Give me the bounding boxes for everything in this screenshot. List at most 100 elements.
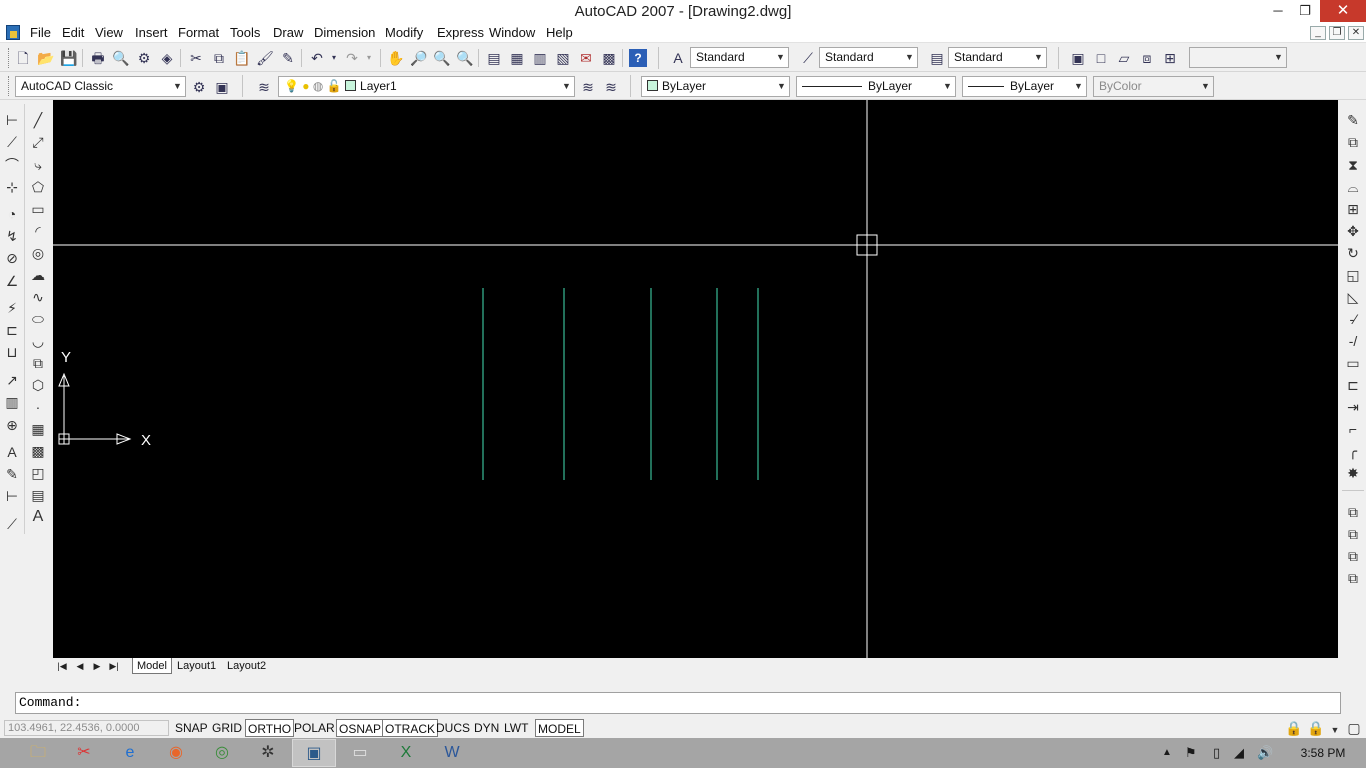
send-under-icon[interactable]: ⧉ <box>1343 568 1363 588</box>
flag-icon[interactable]: ⚑ <box>1185 738 1197 768</box>
open-icon[interactable]: 📂 <box>37 49 55 67</box>
prev-tab-icon[interactable]: ◀ <box>72 659 88 673</box>
menu-tools[interactable]: Tools <box>230 25 260 40</box>
single-viewport-icon[interactable]: □ <box>1092 49 1110 67</box>
osnap-toggle[interactable]: OSNAP <box>336 719 385 737</box>
radius-icon[interactable]: ◔ <box>2 204 22 224</box>
break-at-point-icon[interactable]: ▭ <box>1343 353 1363 373</box>
polygon-icon[interactable]: ⬠ <box>28 177 48 197</box>
status-menu-icon[interactable]: ▼ <box>1325 720 1345 740</box>
lock-icon[interactable]: 🔒 <box>1306 718 1326 738</box>
continue-icon[interactable]: ⊔ <box>2 342 22 362</box>
close-button[interactable]: ✕ <box>1320 0 1366 22</box>
rectangle-icon[interactable]: ▭ <box>28 199 48 219</box>
extend-icon[interactable]: -/ <box>1343 331 1363 351</box>
zoom-realtime-icon[interactable]: 🔎 <box>410 49 428 67</box>
center-mark-icon[interactable]: ⊕ <box>2 415 22 435</box>
text-style-icon[interactable]: A <box>669 49 687 67</box>
text-style-select[interactable]: Standard ▼ <box>690 47 789 68</box>
cut-icon[interactable]: ✂ <box>187 49 205 67</box>
plotstyle-select[interactable]: ByColor ▼ <box>1093 76 1214 97</box>
chamfer-icon[interactable]: ⌐ <box>1343 419 1363 439</box>
multiline-text-icon[interactable]: A <box>28 507 48 527</box>
viewports-icon[interactable]: ▣ <box>1069 49 1087 67</box>
new-icon[interactable]: 🗋 <box>14 49 32 67</box>
copy-object-icon[interactable]: ⧉ <box>1343 132 1363 152</box>
markup-icon[interactable]: ✉ <box>577 49 595 67</box>
tool-palettes-icon[interactable]: ▥ <box>531 49 549 67</box>
publish-icon[interactable]: ⚙ <box>135 49 153 67</box>
file-explorer-icon[interactable]: 🗀 <box>16 739 60 767</box>
polyline-icon[interactable]: ⤷ <box>28 155 48 175</box>
ellipse-icon[interactable]: ⬭ <box>28 309 48 329</box>
arc-icon[interactable]: ◜ <box>28 221 48 241</box>
tab-model[interactable]: Model <box>132 658 172 674</box>
doc-close-button[interactable]: ✕ <box>1348 26 1364 40</box>
trim-icon[interactable]: -⁄ <box>1343 309 1363 329</box>
table-style-select[interactable]: Standard ▼ <box>948 47 1047 68</box>
plot-icon[interactable]: 🖶 <box>89 49 107 67</box>
autocad-icon[interactable]: ▣ <box>292 739 336 767</box>
workspace-select[interactable]: AutoCAD Classic ▼ <box>15 76 186 97</box>
dimension-update-icon[interactable]: ⊢ <box>2 486 22 506</box>
match-properties-icon[interactable]: 🖌 <box>256 49 274 67</box>
zoom-previous-icon[interactable]: 🔍 <box>456 49 474 67</box>
gradient-icon[interactable]: ▩ <box>28 441 48 461</box>
fillet-icon[interactable]: ╭ <box>1343 441 1363 461</box>
dimension-edit-icon[interactable]: A <box>2 442 22 462</box>
chrome-icon[interactable]: ◎ <box>200 739 244 767</box>
first-tab-icon[interactable]: |◀ <box>54 659 70 673</box>
point-icon[interactable]: · <box>28 397 48 417</box>
last-tab-icon[interactable]: ▶| <box>106 659 122 673</box>
menu-file[interactable]: File <box>30 25 51 40</box>
save-workspace-icon[interactable]: ▣ <box>213 78 231 96</box>
network-icon[interactable]: ✲ <box>246 739 290 767</box>
menu-format[interactable]: Format <box>178 25 219 40</box>
undo-icon[interactable]: ↶ <box>308 49 326 67</box>
app-window-icon[interactable]: ▭ <box>338 739 382 767</box>
workspace-settings-icon[interactable]: ⚙ <box>190 78 208 96</box>
clean-screen-icon[interactable]: ▢ <box>1344 718 1364 738</box>
command-line[interactable]: Command: <box>15 692 1341 714</box>
arc-length-icon[interactable]: ⌒ <box>2 155 22 175</box>
excel-icon[interactable]: X <box>384 739 428 767</box>
viewport-scale-select[interactable]: ▼ <box>1189 47 1287 68</box>
clock[interactable]: 3:58 PM <box>1290 738 1356 768</box>
color-select[interactable]: ByLayer ▼ <box>641 76 790 97</box>
restore-button[interactable]: ❐ <box>1290 0 1320 22</box>
3d-dwf-icon[interactable]: ◈ <box>158 49 176 67</box>
menu-view[interactable]: View <box>95 25 123 40</box>
grid-toggle[interactable]: GRID <box>210 719 244 737</box>
spline-icon[interactable]: ∿ <box>28 287 48 307</box>
jogged-icon[interactable]: ↯ <box>2 226 22 246</box>
menu-dimension[interactable]: Dimension <box>314 25 375 40</box>
tab-layout1[interactable]: Layout1 <box>173 658 220 674</box>
lwt-toggle[interactable]: LWT <box>502 719 530 737</box>
tolerance-icon[interactable]: ▥ <box>2 392 22 412</box>
linetype-select[interactable]: ByLayer ▼ <box>796 76 956 97</box>
send-to-back-icon[interactable]: ⧉ <box>1343 524 1363 544</box>
toolbar-grip[interactable] <box>8 76 11 96</box>
move-icon[interactable]: ✥ <box>1343 221 1363 241</box>
quick-dimension-icon[interactable]: ⚡ <box>2 298 22 318</box>
drawing-area[interactable]: Y X <box>53 100 1338 658</box>
line-icon[interactable]: ╱ <box>28 110 48 130</box>
convert-viewport-icon[interactable]: ⧈ <box>1138 49 1156 67</box>
properties-icon[interactable]: ▤ <box>485 49 503 67</box>
clip-viewport-icon[interactable]: ⊞ <box>1161 49 1179 67</box>
angular-icon[interactable]: ∠ <box>2 271 22 291</box>
ducs-toggle[interactable]: DUCS <box>434 719 472 737</box>
menu-edit[interactable]: Edit <box>62 25 84 40</box>
ortho-toggle[interactable]: ORTHO <box>245 719 295 737</box>
table-icon[interactable]: ▤ <box>28 485 48 505</box>
diameter-icon[interactable]: ⊘ <box>2 248 22 268</box>
dyn-toggle[interactable]: DYN <box>472 719 501 737</box>
join-icon[interactable]: ⇥ <box>1343 397 1363 417</box>
save-icon[interactable]: 💾 <box>60 49 78 67</box>
next-tab-icon[interactable]: ▶ <box>89 659 105 673</box>
break-icon[interactable]: ⊏ <box>1343 375 1363 395</box>
menu-modify[interactable]: Modify <box>385 25 423 40</box>
model-toggle[interactable]: MODEL <box>535 719 584 737</box>
explode-icon[interactable]: ✸ <box>1343 463 1363 483</box>
menu-draw[interactable]: Draw <box>273 25 303 40</box>
